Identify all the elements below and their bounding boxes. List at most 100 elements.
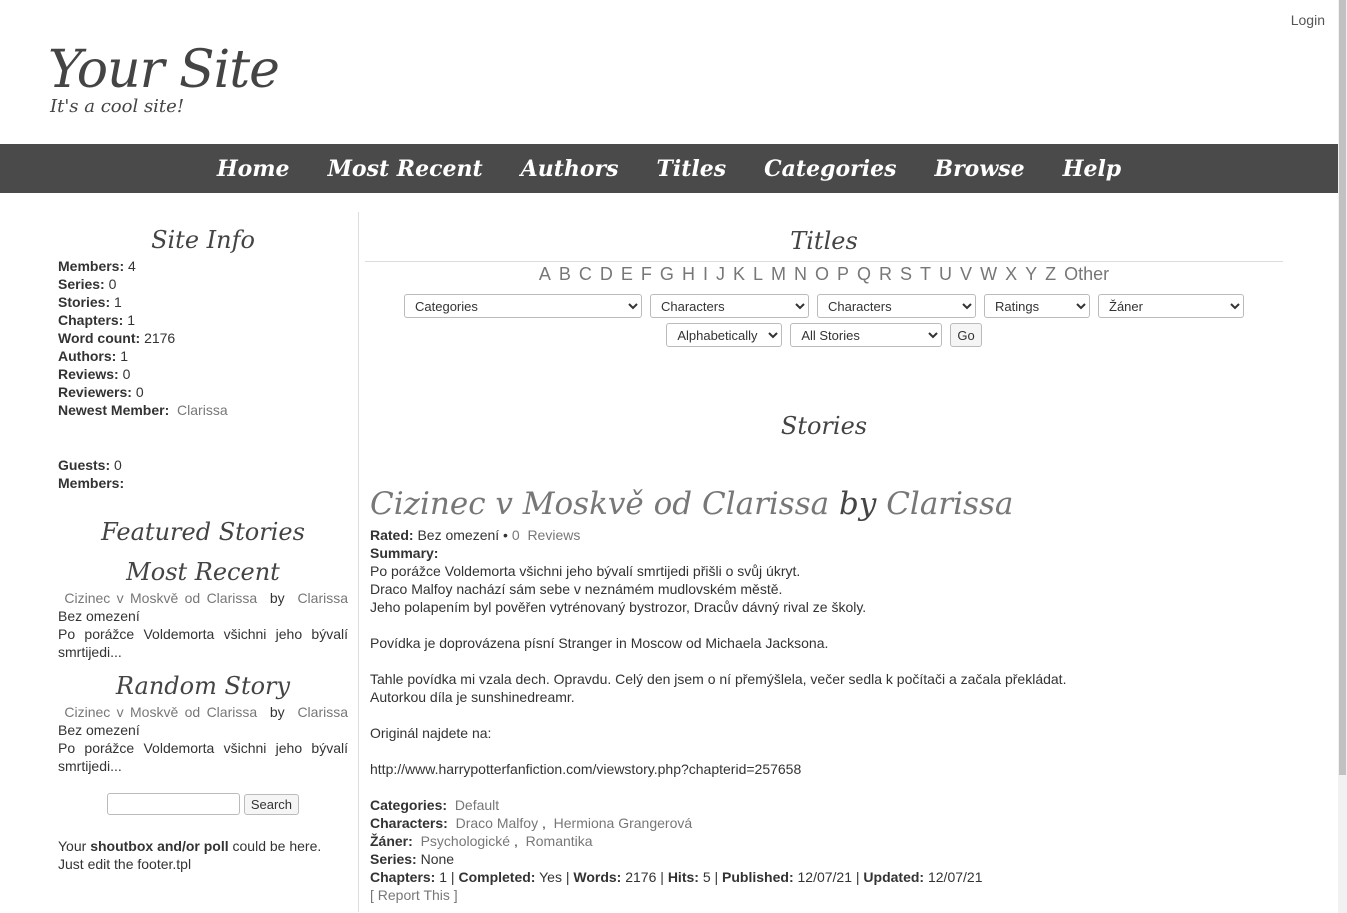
story-summary-label: Summary: bbox=[370, 545, 439, 561]
stat-members: Members: 4 bbox=[58, 258, 136, 274]
main-content: Titles A B C D E F G H I J K L M N O P Q R S T U V W X Y Z Other C… bbox=[365, 225, 1283, 442]
letter-link-c[interactable]: C bbox=[579, 264, 592, 284]
random-story-summary: Po porážce Voldemorta všichni jeho býval… bbox=[58, 740, 348, 774]
search-input[interactable] bbox=[106, 793, 240, 815]
letter-link-t[interactable]: T bbox=[920, 264, 931, 284]
letter-link-b[interactable]: B bbox=[559, 264, 571, 284]
nav-most-recent[interactable]: Most Recent bbox=[328, 156, 483, 182]
sidebar-search: Search bbox=[58, 793, 348, 815]
sidebar-divider bbox=[358, 212, 359, 912]
letter-link-e[interactable]: E bbox=[621, 264, 633, 284]
random-story-title[interactable]: Cizinec v Moskvě od Clarissa bbox=[64, 704, 257, 720]
sort-select[interactable]: Alphabetically bbox=[666, 323, 783, 347]
characters-select-1[interactable]: Characters bbox=[650, 294, 809, 318]
category-link-default[interactable]: Default bbox=[455, 797, 499, 813]
letter-link-w[interactable]: W bbox=[980, 264, 997, 284]
stat-series: Series: 0 bbox=[58, 276, 117, 292]
footer-note: Your shoutbox and/or poll could be here.… bbox=[58, 838, 322, 872]
letter-link-q[interactable]: Q bbox=[857, 264, 871, 284]
letter-link-h[interactable]: H bbox=[682, 264, 695, 284]
story-characters-row: Characters: Draco Malfoy , Hermiona Gran… bbox=[370, 815, 693, 831]
report-link[interactable]: Report This bbox=[378, 887, 450, 903]
most-recent-story-author[interactable]: Clarissa bbox=[297, 590, 348, 606]
letter-link-p[interactable]: P bbox=[837, 264, 849, 284]
character-link-hermiona[interactable]: Hermiona Grangerová bbox=[554, 815, 693, 831]
character-link-draco[interactable]: Draco Malfoy bbox=[456, 815, 538, 831]
genre-select[interactable]: Žáner bbox=[1098, 294, 1244, 318]
letter-index: A B C D E F G H I J K L M N O P Q R S T U V W X Y Z Other bbox=[365, 264, 1283, 285]
nav-authors[interactable]: Authors bbox=[521, 156, 619, 182]
most-recent-story: Cizinec v Moskvě od Clarissa by Clarissa… bbox=[58, 590, 349, 660]
site-slogan: It's a cool site! bbox=[50, 96, 185, 117]
reviews-link[interactable]: Reviews bbox=[527, 527, 580, 543]
letter-link-f[interactable]: F bbox=[641, 264, 652, 284]
stat-reviews: Reviews: 0 bbox=[58, 366, 131, 382]
scrollbar-thumb[interactable] bbox=[1339, 0, 1346, 775]
stat-word-count: Word count: 2176 bbox=[58, 330, 176, 346]
titles-heading: Titles bbox=[790, 227, 858, 255]
letter-link-n[interactable]: N bbox=[794, 264, 807, 284]
most-recent-story-title[interactable]: Cizinec v Moskvě od Clarissa bbox=[64, 590, 257, 606]
stat-authors: Authors: 1 bbox=[58, 348, 129, 364]
categories-select[interactable]: Categories bbox=[404, 294, 642, 318]
stat-chapters: Chapters: 1 bbox=[58, 312, 136, 328]
main-nav: Home Most Recent Authors Titles Categori… bbox=[0, 144, 1338, 193]
filter-row-1: Categories Characters Characters Ratings… bbox=[365, 294, 1283, 318]
newest-member-link[interactable]: Clarissa bbox=[177, 402, 228, 418]
letter-link-m[interactable]: M bbox=[771, 264, 786, 284]
letter-link-o[interactable]: O bbox=[815, 264, 829, 284]
status-select[interactable]: All Stories bbox=[790, 323, 943, 347]
letter-link-j[interactable]: J bbox=[716, 264, 725, 284]
random-story-heading: Random Story bbox=[115, 672, 291, 700]
nav-categories[interactable]: Categories bbox=[764, 156, 896, 182]
characters-select-2[interactable]: Characters bbox=[817, 294, 976, 318]
letter-link-k[interactable]: K bbox=[733, 264, 745, 284]
story-title-link[interactable]: Cizinec v Moskvě od Clarissa bbox=[370, 486, 829, 522]
letter-link-l[interactable]: L bbox=[753, 264, 763, 284]
stat-reviewers: Reviewers: 0 bbox=[58, 384, 144, 400]
story-categories-row: Categories: Default bbox=[370, 797, 500, 813]
site-info-heading: Site Info bbox=[151, 226, 255, 254]
letter-link-other[interactable]: Other bbox=[1064, 264, 1109, 284]
nav-browse[interactable]: Browse bbox=[934, 156, 1024, 182]
letter-link-r[interactable]: R bbox=[879, 264, 892, 284]
site-stats: Members: 4 Series: 0 Stories: 1 Chapters… bbox=[58, 257, 348, 419]
letter-link-v[interactable]: V bbox=[960, 264, 972, 284]
login-link[interactable]: Login bbox=[1291, 12, 1325, 28]
story-stats-row: Chapters: 1 | Completed: Yes | Words: 21… bbox=[370, 869, 983, 885]
story-genre-row: Žáner: Psychologické , Romantika bbox=[370, 833, 593, 849]
nav-titles[interactable]: Titles bbox=[657, 156, 727, 182]
online-stats: Guests: 0 Members: bbox=[58, 456, 348, 492]
genre-link-psychologicke[interactable]: Psychologické bbox=[421, 833, 511, 849]
search-button[interactable]: Search bbox=[243, 793, 300, 815]
random-story-author[interactable]: Clarissa bbox=[297, 704, 348, 720]
letter-link-x[interactable]: X bbox=[1005, 264, 1017, 284]
nav-home[interactable]: Home bbox=[217, 156, 290, 182]
random-story: Cizinec v Moskvě od Clarissa by Clarissa… bbox=[58, 704, 349, 774]
report-row: [ Report This ] bbox=[370, 887, 458, 903]
letter-link-i[interactable]: I bbox=[703, 264, 708, 284]
story-series-row: Series: None bbox=[370, 851, 455, 867]
genre-link-romantika[interactable]: Romantika bbox=[526, 833, 593, 849]
ratings-select[interactable]: Ratings bbox=[984, 294, 1090, 318]
letter-link-z[interactable]: Z bbox=[1045, 264, 1056, 284]
letter-link-s[interactable]: S bbox=[900, 264, 912, 284]
reviews-count-link[interactable]: 0 bbox=[512, 527, 520, 543]
letter-link-a[interactable]: A bbox=[539, 264, 551, 284]
featured-stories-heading: Featured Stories bbox=[101, 518, 305, 546]
stat-stories: Stories: 1 bbox=[58, 294, 122, 310]
letter-link-g[interactable]: G bbox=[660, 264, 674, 284]
nav-help[interactable]: Help bbox=[1063, 156, 1122, 182]
letter-link-y[interactable]: Y bbox=[1025, 264, 1037, 284]
titles-divider bbox=[365, 261, 1283, 262]
sidebar: Site Info Members: 4 Series: 0 Stories: … bbox=[58, 225, 348, 873]
stat-guests: Guests: 0 bbox=[58, 457, 122, 473]
letter-link-u[interactable]: U bbox=[939, 264, 952, 284]
story-title-line: Cizinec v Moskvě od Clarissa by Clarissa bbox=[370, 486, 1014, 522]
letter-link-d[interactable]: D bbox=[600, 264, 613, 284]
story-author-link[interactable]: Clarissa bbox=[886, 486, 1013, 522]
go-button[interactable]: Go bbox=[950, 323, 982, 347]
page-scrollbar[interactable] bbox=[1338, 0, 1347, 913]
stories-heading: Stories bbox=[780, 412, 868, 440]
site-title[interactable]: Your Site bbox=[48, 40, 280, 100]
